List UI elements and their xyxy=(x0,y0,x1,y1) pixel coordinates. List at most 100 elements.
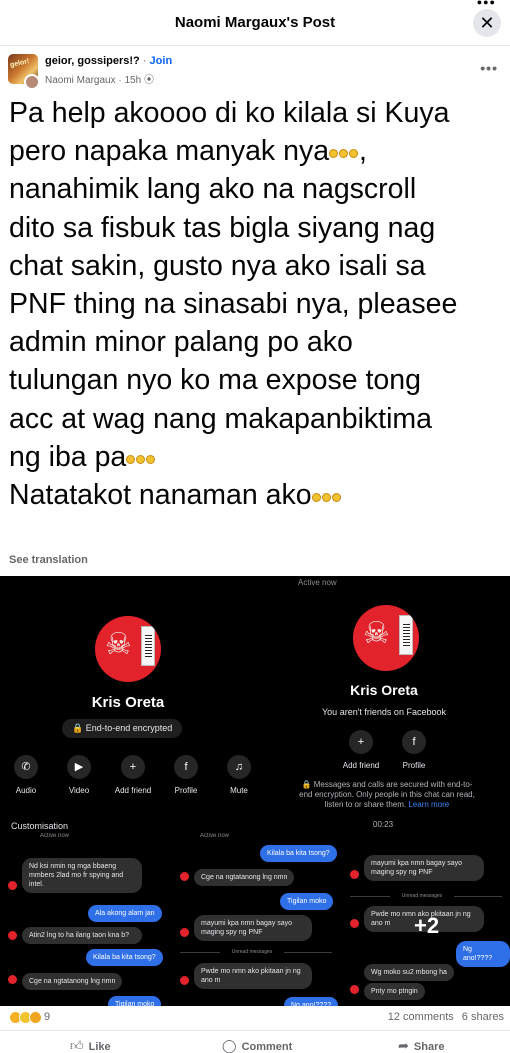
like-button[interactable]: 👍︎ Like xyxy=(70,1038,111,1053)
post-line: ng iba pa xyxy=(9,438,504,476)
audio-call-button[interactable]: ✆ Audio xyxy=(6,755,46,795)
comments-count[interactable]: 12 comments xyxy=(388,1011,454,1023)
screenshot-chat-intro[interactable]: Active now ☠ Kris Oreta You aren't frien… xyxy=(258,576,510,831)
encryption-notice: 🔒 Messages and calls are secured with en… xyxy=(299,780,475,809)
close-button[interactable]: ✕ xyxy=(473,9,501,37)
post-line: Natatakot nanaman ako xyxy=(9,476,504,514)
sent-message: Tigilan moko xyxy=(280,893,334,910)
crying-emoji-icon xyxy=(311,479,342,511)
active-status: Active now xyxy=(200,833,230,839)
video-call-button[interactable]: ▶ Video xyxy=(59,755,99,795)
id-card-icon xyxy=(399,615,413,655)
contact-name: Kris Oreta xyxy=(91,694,165,711)
sent-message: Ng ano!???? xyxy=(284,997,339,1006)
mute-button[interactable]: ♫ Mute xyxy=(219,755,256,795)
add-friend-button[interactable]: + Add friend xyxy=(113,755,153,795)
unread-divider: Unread messages xyxy=(401,893,443,899)
encryption-pill: 🔒 End-to-end encrypted xyxy=(62,719,183,738)
sender-avatar xyxy=(180,976,189,985)
profile-picture: ☠ xyxy=(353,605,419,671)
sender-avatar xyxy=(8,931,17,940)
join-group-button[interactable]: Join xyxy=(150,55,173,67)
received-message: Pnty mo ptngin xyxy=(364,983,425,1000)
sender-avatar xyxy=(180,928,189,937)
received-message: mayumi kpa nmn bagay sayo maging spy ng … xyxy=(364,855,484,881)
active-status: Active now xyxy=(40,833,70,839)
photo-collage[interactable]: ☠ Kris Oreta 🔒 End-to-end encrypted ✆ Aud… xyxy=(0,576,510,1006)
post-line: admin minor palang po ako xyxy=(9,326,353,359)
see-translation-link[interactable]: See translation xyxy=(9,554,88,566)
profile-picture: ☠ xyxy=(95,616,161,682)
received-message: Wg moko su2 mbong ha xyxy=(364,964,454,981)
received-message: Cge na ngtatanong lng nmn xyxy=(194,869,295,886)
screenshot-chat-3[interactable]: mayumi kpa nmn bagay sayo maging spy ng … xyxy=(342,833,510,1006)
author-name-link[interactable]: Naomi Margaux xyxy=(45,75,116,86)
post-action-bar: 👍︎ Like ◯ Comment ➦ Share xyxy=(0,1030,510,1053)
sender-avatar xyxy=(8,881,17,890)
learn-more-link[interactable]: Learn more xyxy=(408,800,449,809)
skull-icon: ☠ xyxy=(105,628,132,661)
more-options-icon[interactable]: ••• xyxy=(480,60,498,76)
group-name-link[interactable]: geior, gossipers!? xyxy=(45,55,140,67)
crying-emoji-icon xyxy=(126,441,156,473)
post-time[interactable]: 15h xyxy=(124,75,141,86)
profile-button[interactable]: f Profile xyxy=(166,755,206,795)
sent-message: Kilala ba kita tsong? xyxy=(260,845,337,862)
post-stats: 12 comments 6 shares xyxy=(388,1011,504,1023)
received-message: mayumi kpa nmn bagay sayo maging spy ng … xyxy=(194,915,312,941)
received-message: Pwde mo nmn ako pkitaan jn ng ano m xyxy=(194,963,312,989)
post-line: PNF thing na sinasabi nya, pleasee xyxy=(9,288,458,321)
wow-reaction-icon xyxy=(29,1011,42,1024)
post-line: Pa help akoooo di ko kilala si Kuya xyxy=(9,97,450,129)
bell-icon: ♫ xyxy=(227,755,251,779)
add-person-icon: + xyxy=(349,730,373,754)
divider xyxy=(454,896,502,897)
shares-count[interactable]: 6 shares xyxy=(462,1011,504,1023)
active-status: Active now xyxy=(298,578,337,587)
group-line: geior, gossipers!? · Join xyxy=(45,55,172,67)
facebook-icon: f xyxy=(402,730,426,754)
post-line: chat sakin, gusto nya ako isali sa xyxy=(9,249,426,282)
sender-avatar xyxy=(350,870,359,879)
friend-status: You aren't friends on Facebook xyxy=(322,707,446,717)
sent-message: Ala akong alam jan xyxy=(88,905,162,922)
post-body: Pa help akoooo di ko kilala si Kuya pero… xyxy=(9,94,504,514)
skull-icon: ☠ xyxy=(363,617,390,650)
screenshot-chat-1[interactable]: Active now Nd ksi nmin ng mga bbaeng mmb… xyxy=(0,833,170,1006)
id-card-icon xyxy=(141,626,155,666)
screenshot-chat-2[interactable]: Active now Kilala ba kita tsong? Cge na … xyxy=(172,833,340,1006)
divider xyxy=(350,896,390,897)
sender-avatar xyxy=(350,985,359,994)
reaction-count[interactable]: 9 xyxy=(44,1011,50,1023)
share-button[interactable]: ➦ Share xyxy=(398,1038,444,1053)
received-message: Atin2 lng to ha ilang taon kna b? xyxy=(22,927,142,944)
post-line: tulungan nyo ko ma expose tong xyxy=(9,364,421,397)
privacy-globe-icon: ⦿ xyxy=(143,75,154,86)
screenshot-profile[interactable]: ☠ Kris Oreta 🔒 End-to-end encrypted ✆ Aud… xyxy=(0,576,256,831)
video-icon: ▶ xyxy=(67,755,91,779)
add-person-icon: + xyxy=(121,755,145,779)
post-line: acc at wag nang makapanbiktima xyxy=(9,402,432,435)
crying-emoji-icon xyxy=(329,135,359,167)
comment-icon: ◯ xyxy=(222,1038,237,1053)
profile-button[interactable]: f Profile xyxy=(394,730,434,770)
post-line: nanahimik lang ako na nagscroll xyxy=(9,173,417,206)
group-avatar-logo: gelor! xyxy=(9,58,30,69)
author-avatar[interactable] xyxy=(24,74,40,90)
post-line: pero napaka manyak nya, xyxy=(9,135,367,168)
unread-divider: Unread messages xyxy=(231,949,273,955)
post-line: dito sa fisbuk tas bigla siyang nag xyxy=(9,211,436,244)
comment-button[interactable]: ◯ Comment xyxy=(222,1038,292,1053)
post-header-bar: Naomi Margaux's Post ●●● ✕ xyxy=(0,0,510,46)
timestamp: 00:23 xyxy=(373,820,394,829)
more-photos-count[interactable]: +2 xyxy=(414,913,439,939)
add-friend-button[interactable]: + Add friend xyxy=(341,730,381,770)
sent-message: Tigilan moko xyxy=(108,996,162,1006)
received-message: Cge na ngtatanong lng nmn xyxy=(22,973,123,990)
divider xyxy=(180,952,220,953)
phone-icon: ✆ xyxy=(14,755,38,779)
contact-name: Kris Oreta xyxy=(350,682,418,698)
menu-grid-icon[interactable]: ●●● xyxy=(477,0,496,7)
sent-message: Kilala ba kita tsong? xyxy=(86,949,163,966)
separator-dot: · xyxy=(142,55,150,67)
